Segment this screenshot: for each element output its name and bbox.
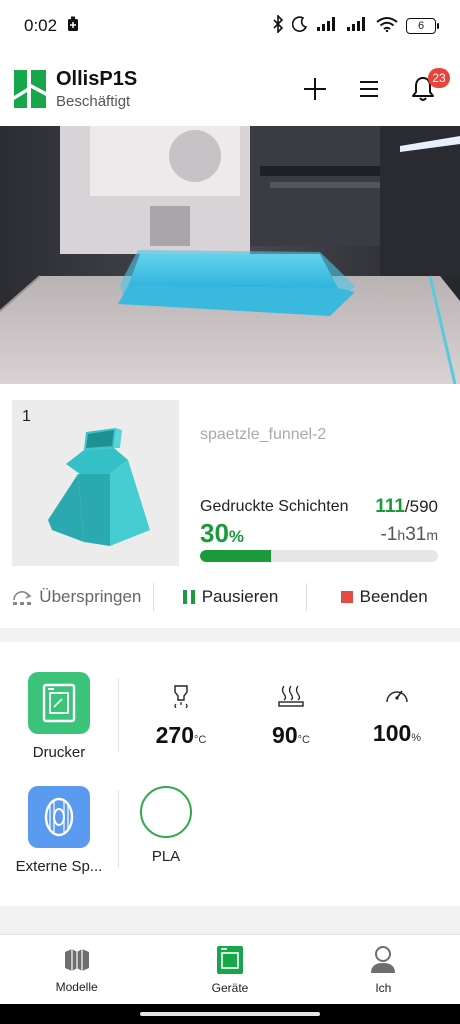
layers-total: /590	[404, 497, 438, 516]
printer-title[interactable]: OllisP1S Beschäftigt	[56, 68, 137, 110]
add-button[interactable]	[302, 76, 328, 102]
printer-tile[interactable]: Drucker	[22, 672, 96, 761]
app-header: OllisP1S Beschäftigt 23	[0, 52, 460, 126]
user-profile-icon	[371, 945, 396, 973]
nozzle-temp-stat[interactable]: 270°C	[136, 684, 226, 749]
skip-label: Überspringen	[39, 587, 142, 606]
notification-badge: 23	[428, 68, 450, 88]
bottom-navigation: Modelle Geräte Ich	[0, 934, 460, 1004]
wifi-icon	[376, 16, 398, 37]
stop-icon	[340, 591, 353, 603]
skip-button[interactable]: Überspringen	[0, 582, 153, 612]
nozzle-temp-value: 270	[155, 722, 195, 748]
plate-thumbnail[interactable]: 1	[12, 400, 179, 566]
external-spool-label: Externe Sp...	[15, 858, 103, 875]
camera-image	[0, 126, 460, 384]
progress-percent: 30%	[200, 518, 244, 549]
job-actions: Überspringen Pausieren Beenden	[0, 582, 460, 612]
nav-models[interactable]: Modelle	[0, 935, 153, 1004]
list-menu-icon	[360, 81, 378, 97]
filament-type: PLA	[151, 848, 181, 865]
models-cube-icon	[64, 948, 89, 971]
printer-state: Beschäftigt	[56, 93, 131, 110]
remaining-hours: -1	[380, 524, 398, 545]
bed-temp-unit: °C	[297, 734, 310, 746]
printer-icon	[42, 683, 76, 723]
panel-divider-2	[118, 790, 119, 868]
remaining-minutes-unit: m	[426, 527, 438, 543]
percent-unit: %	[228, 527, 245, 546]
battery-icon: 6	[406, 18, 439, 34]
filament-color-swatch[interactable]	[140, 786, 192, 838]
panel-divider	[118, 678, 119, 752]
notifications-button[interactable]: 23	[410, 68, 450, 102]
printer-tile-label: Drucker	[32, 744, 86, 761]
nozzle-temperature-icon	[174, 685, 188, 708]
speed-stat[interactable]: 100%	[352, 684, 442, 747]
bluetooth-icon	[272, 13, 284, 38]
battery-saver-icon	[67, 16, 79, 37]
plate-number: 1	[22, 408, 31, 425]
model-preview-image	[48, 428, 150, 546]
layers-count: 111/590	[375, 496, 438, 518]
home-indicator[interactable]	[140, 1012, 320, 1016]
menu-button[interactable]	[356, 76, 382, 102]
skip-objects-icon	[13, 591, 32, 605]
signal-icon-2	[346, 16, 368, 37]
stop-button[interactable]: Beenden	[307, 582, 460, 612]
system-home-bar	[0, 1004, 460, 1024]
speed-value-row: 100%	[373, 720, 421, 747]
spool-tile-icon-box	[28, 786, 90, 848]
nav-models-label: Modelle	[55, 979, 98, 994]
status-bar: 0:02 6	[0, 0, 460, 52]
nozzle-temp-unit: °C	[194, 734, 207, 746]
bed-temp-stat[interactable]: 90°C	[246, 684, 336, 749]
spool-icon	[44, 797, 74, 837]
printer-name: OllisP1S	[56, 68, 138, 90]
remaining-time: -1h31m	[380, 524, 438, 546]
speed-value: 100	[372, 720, 412, 746]
pause-label: Pausieren	[201, 587, 279, 606]
heatbed-temperature-icon	[278, 685, 304, 707]
progress-bar	[200, 550, 438, 562]
plus-icon	[304, 78, 326, 100]
progress-bar-fill	[200, 550, 272, 562]
bambu-logo-icon	[14, 70, 46, 108]
devices-printer-icon	[216, 945, 243, 974]
remaining-minutes: 31	[405, 524, 427, 545]
pause-icon	[182, 590, 195, 604]
layers-label: Gedruckte Schichten	[200, 498, 349, 515]
printer-tile-icon-box	[28, 672, 90, 734]
bed-temp-value: 90	[272, 722, 298, 748]
nav-devices[interactable]: Geräte	[153, 935, 306, 1004]
external-spool-tile[interactable]: Externe Sp...	[8, 786, 110, 875]
nav-me-label: Ich	[375, 980, 392, 995]
layers-current: 111	[375, 496, 405, 517]
bed-temp-value-row: 90°C	[272, 722, 310, 749]
camera-feed[interactable]	[0, 126, 460, 384]
clock: 0:02	[24, 16, 58, 35]
speed-unit: %	[411, 732, 422, 744]
file-name: spaetzle_funnel-2	[200, 426, 327, 443]
pause-button[interactable]: Pausieren	[154, 582, 307, 612]
print-job-card: 1 spaetzle_funnel-2 Gedruckte Schichten …	[0, 384, 460, 628]
nozzle-temp-value-row: 270°C	[156, 722, 207, 749]
speed-gauge-icon	[386, 690, 408, 703]
signal-icon	[316, 16, 338, 37]
percent-value: 30	[200, 518, 229, 548]
nav-devices-label: Geräte	[211, 980, 249, 995]
printer-status-panel: Drucker 270°C 90°C 100% Externe Sp... PL…	[0, 642, 460, 906]
nav-me[interactable]: Ich	[307, 935, 460, 1004]
do-not-disturb-moon-icon	[291, 15, 308, 37]
stop-label: Beenden	[359, 587, 428, 606]
